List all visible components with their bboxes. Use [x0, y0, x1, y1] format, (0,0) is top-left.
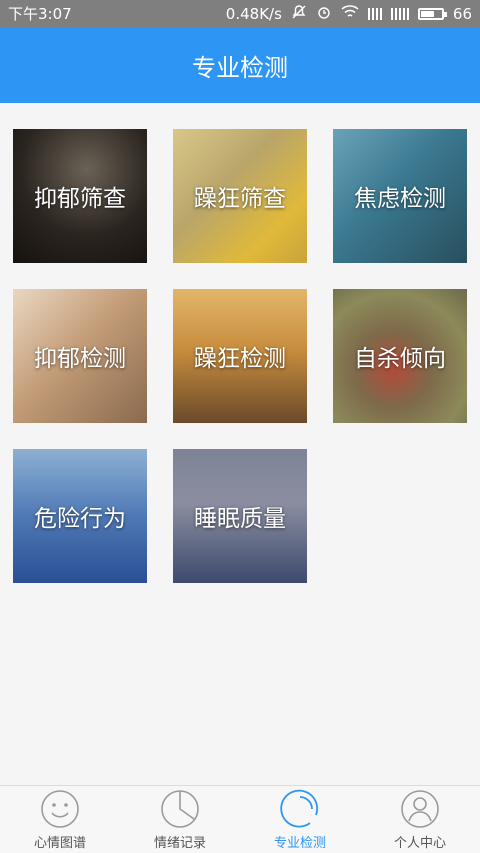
status-time: 下午3:07 — [8, 5, 72, 23]
test-tile-mania-screening[interactable]: 躁狂筛查 — [173, 129, 307, 263]
test-tile-label: 躁狂检测 — [194, 346, 286, 372]
person-icon — [401, 790, 439, 828]
test-tile-depression-test[interactable]: 抑郁检测 — [13, 289, 147, 423]
app-header: 专业检测 — [0, 27, 480, 103]
test-tile-label: 躁狂筛查 — [194, 186, 286, 212]
tab-label: 情绪记录 — [153, 836, 206, 851]
battery-icon — [417, 7, 447, 20]
test-tile-label: 自杀倾向 — [354, 346, 446, 372]
signal-2-icon — [390, 7, 409, 20]
status-bar: 下午3:07 0.48K/s 66 — [0, 0, 480, 27]
wifi-icon — [341, 4, 359, 23]
network-speed: 0.48K/s — [225, 4, 282, 23]
test-tile-anxiety-test[interactable]: 焦虑检测 — [333, 129, 467, 263]
tab-professional-test[interactable]: 专业检测 — [240, 786, 360, 853]
test-tile-label: 睡眠质量 — [194, 506, 286, 532]
tab-mood-chart[interactable]: 心情图谱 — [0, 786, 120, 853]
detection-icon — [280, 789, 319, 828]
bottom-tab-bar: 心情图谱 情绪记录 专业检测 个人中心 — [0, 785, 480, 853]
signal-icon — [367, 7, 382, 20]
smiley-face-icon — [41, 790, 79, 828]
test-tile-suicide-tendency[interactable]: 自杀倾向 — [333, 289, 467, 423]
battery-level: 66 — [452, 4, 472, 23]
test-tile-label: 抑郁检测 — [34, 346, 126, 372]
tab-label: 个人中心 — [393, 836, 446, 851]
test-tile-label: 危险行为 — [34, 506, 126, 532]
pie-chart-icon — [161, 790, 199, 828]
tab-label: 专业检测 — [273, 836, 326, 851]
test-tile-risky-behavior[interactable]: 危险行为 — [13, 449, 147, 583]
tab-emotion-record[interactable]: 情绪记录 — [120, 786, 240, 853]
tab-personal-center[interactable]: 个人中心 — [360, 786, 480, 853]
tab-label: 心情图谱 — [33, 836, 86, 851]
test-tile-label: 焦虑检测 — [354, 186, 446, 212]
mute-icon — [291, 4, 307, 24]
test-tile-mania-test[interactable]: 躁狂检测 — [173, 289, 307, 423]
test-tile-label: 抑郁筛查 — [34, 186, 126, 212]
test-tile-depression-screening[interactable]: 抑郁筛查 — [13, 129, 147, 263]
alarm-icon — [316, 4, 332, 24]
test-grid: 抑郁筛查 躁狂筛查 焦虑检测 抑郁检测 躁狂检测 自杀倾向 危险行为 睡眠质量 — [0, 103, 480, 785]
test-tile-sleep-quality[interactable]: 睡眠质量 — [173, 449, 307, 583]
page-title: 专业检测 — [192, 53, 288, 82]
